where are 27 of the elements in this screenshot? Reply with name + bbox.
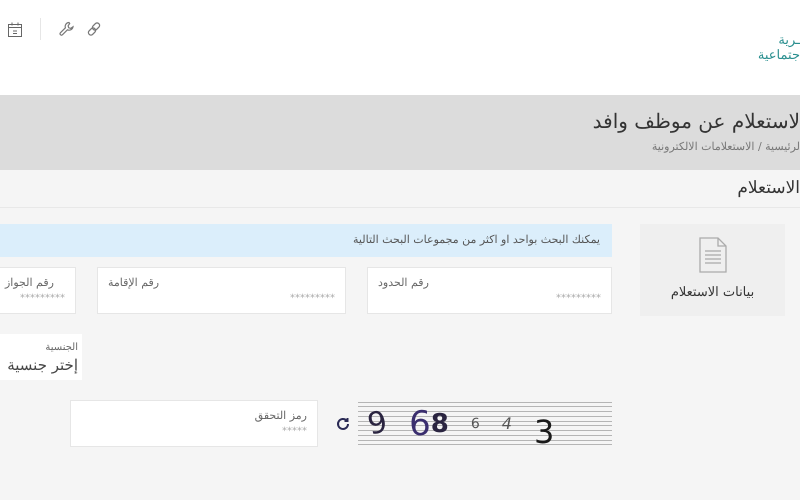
document-icon [698,237,726,274]
section-title: الاستعلام [737,176,800,200]
breadcrumb[interactable]: لرئيسية / الاستعلامات الالكترونية [652,139,800,156]
captcha-field[interactable]: رمز التحقق ***** [70,400,318,447]
refresh-icon[interactable] [336,416,350,430]
link-icon[interactable] [87,22,101,36]
input-field[interactable]: ********* [378,291,601,306]
logo-text: ـرية [778,33,800,48]
input-field[interactable]: ********* [108,291,335,306]
side-card[interactable]: بيانات الاستعلام [640,224,785,316]
logo-text: جتماعية [758,48,800,63]
field-label: رقم الجواز [5,274,54,291]
captcha-input[interactable]: ***** [81,424,307,440]
page-title: لاستعلام عن موظف وافد [592,109,800,134]
text-field[interactable]: رقم الإقامة ********* [97,267,346,314]
field-label: رقم الحدود [378,274,429,291]
info-message: يمكنك البحث بواحد او اكثر من مجموعات البحث التالية [0,224,612,257]
field-label: رقم الإقامة [108,274,160,291]
wrench-icon[interactable] [59,21,75,37]
input-field[interactable]: ********* [5,291,65,306]
side-card-label: بيانات الاستعلام [670,284,754,302]
nationality-select[interactable]: الجنسية إختر جنسية [0,334,82,380]
captcha-image: 9 68 6 4 3 [358,400,612,446]
text-field[interactable]: رقم الجواز ********* [0,267,76,314]
field-label: رمز التحقق [254,408,307,424]
calendar-icon[interactable] [8,22,22,36]
text-field[interactable]: رقم الحدود ********* [367,267,612,314]
